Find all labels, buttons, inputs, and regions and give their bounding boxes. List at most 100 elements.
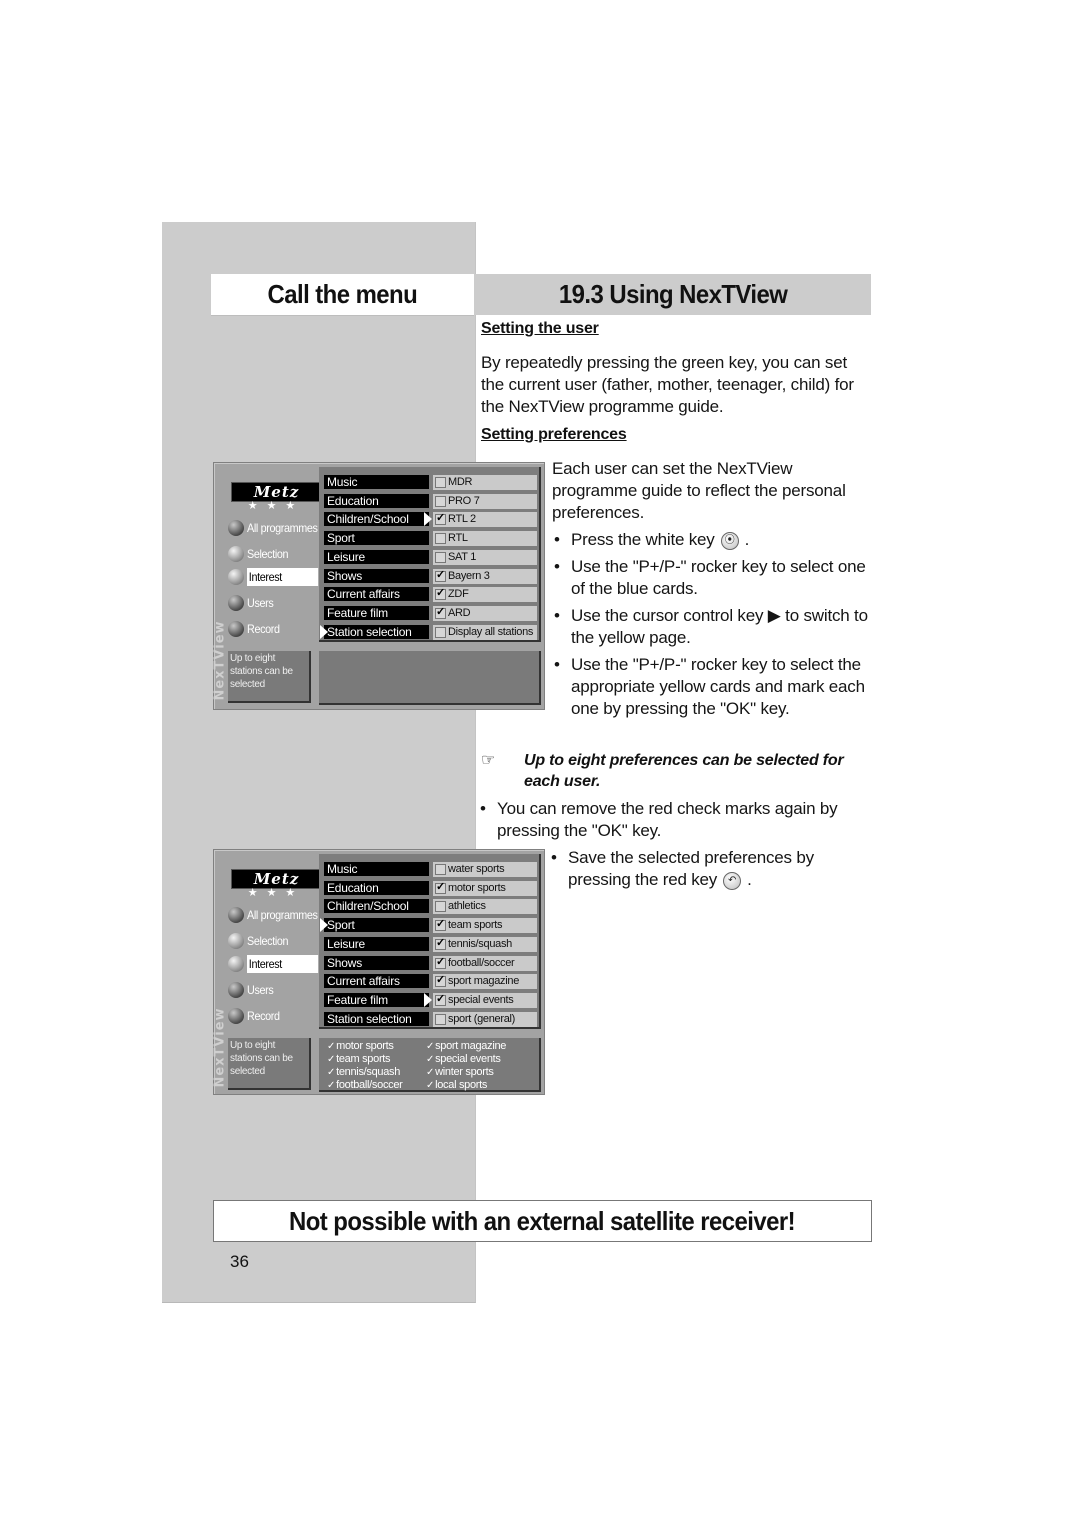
category-card[interactable]: Station selection xyxy=(324,624,429,639)
checkbox[interactable] xyxy=(435,551,446,563)
option-label: motor sports xyxy=(448,881,506,894)
selection-pointer-icon xyxy=(320,918,328,933)
checkbox[interactable] xyxy=(435,1013,446,1025)
option-card[interactable]: ZDF xyxy=(433,586,537,603)
category-card[interactable]: Education xyxy=(324,880,429,895)
menu-item-record[interactable]: Record xyxy=(228,618,283,640)
checkbox[interactable] xyxy=(435,917,446,932)
category-card[interactable]: Shows xyxy=(324,955,429,970)
checkbox[interactable] xyxy=(435,973,446,988)
selected-summary-panel: motor sportsteam sportstennis/squashfoot… xyxy=(319,1038,541,1092)
option-label: SAT 1 xyxy=(448,550,477,563)
category-card[interactable]: Shows xyxy=(324,568,429,583)
checkbox[interactable] xyxy=(435,901,446,913)
menu-item-all-programmes[interactable]: All programmes xyxy=(228,904,325,926)
option-label: ARD xyxy=(448,606,471,619)
checkbox[interactable] xyxy=(435,605,446,620)
warning-text: Not possible with an external satellite … xyxy=(289,1205,796,1236)
bullet-text: You can remove the red check marks again… xyxy=(497,799,838,840)
nextview-label-text: NexTView xyxy=(212,620,228,701)
summary-item: local sports xyxy=(426,1079,506,1092)
option-label: Display all stations xyxy=(448,625,534,638)
category-card[interactable]: Current affairs xyxy=(324,974,429,989)
save-instruction: Save the selected preferences by pressin… xyxy=(549,847,869,896)
checkbox[interactable] xyxy=(435,586,446,601)
checkbox[interactable] xyxy=(435,626,446,638)
checkbox[interactable] xyxy=(435,511,446,526)
menu-ball-icon xyxy=(228,520,244,536)
option-card[interactable]: motor sports xyxy=(433,880,537,896)
menu-item-selection[interactable]: Selection xyxy=(228,930,293,952)
bullet-item: Use the cursor control key ▶ to switch t… xyxy=(552,605,870,649)
category-card[interactable]: Children/School xyxy=(324,899,429,914)
option-card[interactable]: tennis/squash xyxy=(433,936,537,952)
category-card[interactable]: Children/School xyxy=(324,512,429,527)
category-card[interactable]: Feature film xyxy=(324,605,429,620)
menu-item-label: Selection xyxy=(247,547,289,561)
category-card[interactable]: Feature film xyxy=(324,992,429,1007)
option-card[interactable]: RTL 2 xyxy=(433,511,537,528)
checkbox[interactable] xyxy=(435,495,446,507)
category-card[interactable]: Music xyxy=(324,862,429,876)
bullet-text-end: . xyxy=(744,530,750,549)
stars-icon: ★★★ xyxy=(247,499,305,512)
menu-item-label: Interest xyxy=(247,568,318,586)
checkbox[interactable] xyxy=(435,992,446,1007)
menu-item-selection[interactable]: Selection xyxy=(228,543,293,565)
option-card[interactable]: football/soccer xyxy=(433,955,537,971)
option-card[interactable]: special events xyxy=(433,992,537,1008)
menu-item-interest[interactable]: Interest xyxy=(228,953,326,975)
checkbox[interactable] xyxy=(435,568,446,583)
option-card[interactable]: athletics xyxy=(433,899,537,915)
menu-item-label: Record xyxy=(247,1009,280,1023)
option-card[interactable]: team sports xyxy=(433,917,537,934)
pointing-hand-icon: ☞ xyxy=(481,752,496,769)
summary-item: motor sports xyxy=(327,1040,403,1053)
menu-item-users[interactable]: Users xyxy=(228,979,276,1001)
return-key-icon: ↶ xyxy=(723,872,742,890)
category-card[interactable]: Leisure xyxy=(324,936,429,951)
category-card[interactable]: Music xyxy=(324,475,429,489)
menu-ball-icon xyxy=(228,1008,244,1024)
option-label: sport (general) xyxy=(448,1012,516,1025)
category-card[interactable]: Station selection xyxy=(324,1011,429,1026)
category-card[interactable]: Current affairs xyxy=(324,587,429,602)
menu-item-all-programmes[interactable]: All programmes xyxy=(228,517,325,539)
category-card[interactable]: Leisure xyxy=(324,549,429,564)
option-card[interactable]: PRO 7 xyxy=(433,493,537,509)
bullet-text: Use the "P+/P-" rocker key to select the… xyxy=(571,655,865,718)
menu-ball-icon xyxy=(228,982,244,998)
menu-item-label: Selection xyxy=(247,934,289,948)
menu-item-label: All programmes xyxy=(247,521,318,535)
menu-item-interest[interactable]: Interest xyxy=(228,566,326,588)
option-card[interactable]: Bayern 3 xyxy=(433,568,537,584)
checkbox[interactable] xyxy=(435,936,446,951)
left-margin-band xyxy=(162,222,476,1303)
menu-item-users[interactable]: Users xyxy=(228,592,276,614)
checkbox[interactable] xyxy=(435,955,446,970)
category-card[interactable]: Education xyxy=(324,493,429,508)
option-card[interactable]: RTL xyxy=(433,531,537,547)
menu-ball-icon xyxy=(228,933,244,949)
option-label: PRO 7 xyxy=(448,494,480,507)
menu-item-record[interactable]: Record xyxy=(228,1005,283,1027)
info-box: Up to eight stations can be selected xyxy=(228,1038,311,1090)
option-card[interactable]: Display all stations xyxy=(433,624,537,640)
summary-item: winter sports xyxy=(426,1066,506,1079)
option-card[interactable]: SAT 1 xyxy=(433,549,537,565)
option-card[interactable]: water sports xyxy=(433,862,537,877)
checkbox[interactable] xyxy=(435,880,446,895)
checkbox[interactable] xyxy=(435,533,446,545)
bullet-item: Use the "P+/P-" rocker key to select the… xyxy=(552,654,870,720)
option-label: special events xyxy=(448,993,514,1006)
option-card[interactable]: sport magazine xyxy=(433,973,537,990)
page-number: 36 xyxy=(230,1252,249,1271)
bullet-text: Use the cursor control key ▶ to switch t… xyxy=(571,606,868,647)
option-card[interactable]: ARD xyxy=(433,605,537,621)
category-card[interactable]: Sport xyxy=(324,918,429,933)
checkbox[interactable] xyxy=(435,477,446,488)
checkbox[interactable] xyxy=(435,864,446,875)
option-card[interactable]: MDR xyxy=(433,475,537,490)
category-card[interactable]: Sport xyxy=(324,531,429,546)
option-card[interactable]: sport (general) xyxy=(433,1011,537,1027)
